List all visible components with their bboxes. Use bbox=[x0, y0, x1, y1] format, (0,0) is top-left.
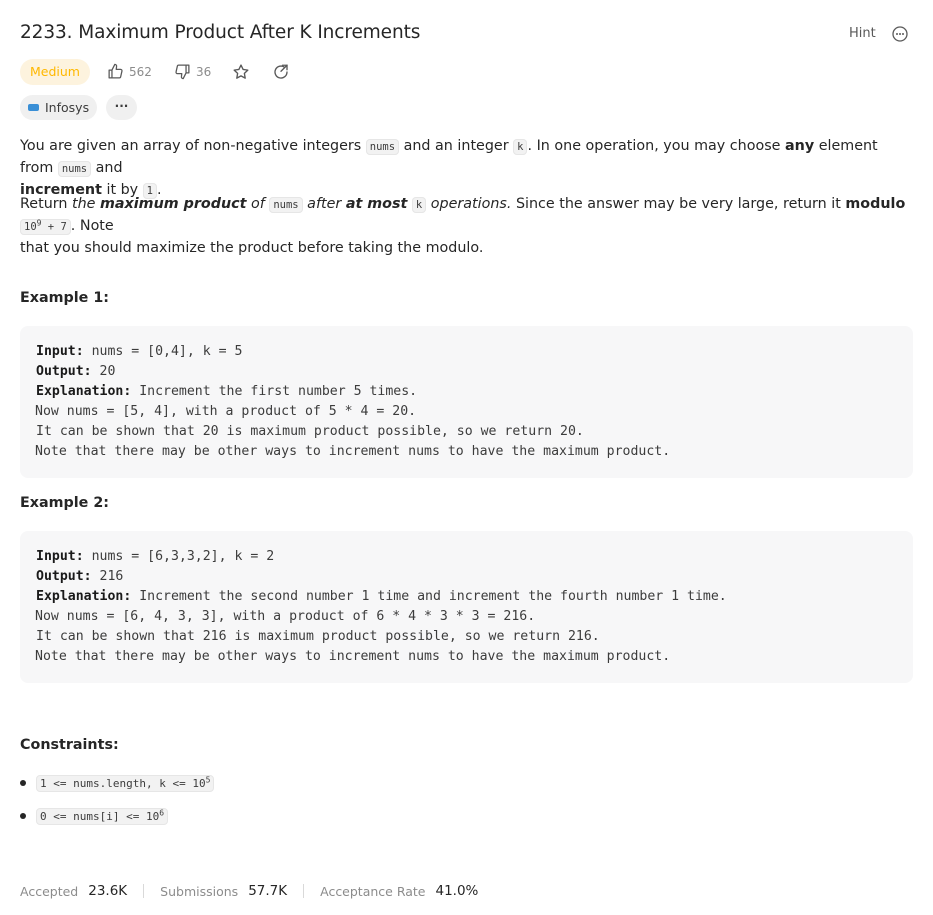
company-tag[interactable]: Infosys bbox=[20, 95, 98, 120]
like-button[interactable]: 562 bbox=[107, 63, 152, 80]
share-icon[interactable] bbox=[272, 63, 290, 81]
constraint-item: 1 <= nums.length, k <= 105 bbox=[20, 775, 215, 792]
dislike-button[interactable]: 36 bbox=[174, 63, 211, 80]
more-options-icon[interactable] bbox=[892, 26, 908, 42]
thumbs-up-icon bbox=[108, 63, 123, 79]
divider bbox=[303, 884, 305, 898]
star-icon[interactable] bbox=[232, 63, 250, 81]
problem-title: 2233. Maximum Product After K Increments bbox=[20, 22, 421, 43]
like-count: 562 bbox=[129, 64, 152, 79]
difficulty-badge: Medium bbox=[20, 59, 90, 85]
accepted-value: 23.6K bbox=[88, 883, 128, 899]
bullet-icon bbox=[20, 812, 26, 819]
dislike-count: 36 bbox=[196, 64, 212, 79]
stats-bar: Accepted 23.6K Submissions 57.7K Accepta… bbox=[20, 883, 478, 899]
description-paragraph-1: You are given an array of non-negative i… bbox=[20, 138, 878, 199]
bullet-icon bbox=[20, 779, 26, 786]
infosys-logo-icon bbox=[28, 104, 39, 111]
example-2-block: Input: nums = [6,3,3,2], k = 2 Output: 2… bbox=[20, 531, 913, 683]
submissions-label: Submissions bbox=[160, 883, 239, 899]
example-2-heading: Example 2: bbox=[20, 495, 110, 511]
constraints-heading: Constraints: bbox=[20, 737, 119, 753]
accepted-label: Accepted bbox=[20, 883, 79, 899]
more-tags-button[interactable]: ··· bbox=[106, 95, 137, 120]
acceptance-rate-label: Acceptance Rate bbox=[320, 883, 426, 899]
hint-button[interactable]: Hint bbox=[849, 26, 876, 41]
description-paragraph-2: Return the maximum product of nums after… bbox=[20, 196, 906, 256]
divider bbox=[143, 884, 145, 898]
example-1-block: Input: nums = [0,4], k = 5 Output: 20 Ex… bbox=[20, 326, 913, 478]
company-name: Infosys bbox=[45, 100, 90, 115]
acceptance-rate-value: 41.0% bbox=[435, 883, 479, 899]
example-1-heading: Example 1: bbox=[20, 290, 110, 306]
constraint-item: 0 <= nums[i] <= 106 bbox=[20, 808, 169, 825]
submissions-value: 57.7K bbox=[248, 883, 288, 899]
thumbs-down-icon bbox=[175, 64, 190, 80]
